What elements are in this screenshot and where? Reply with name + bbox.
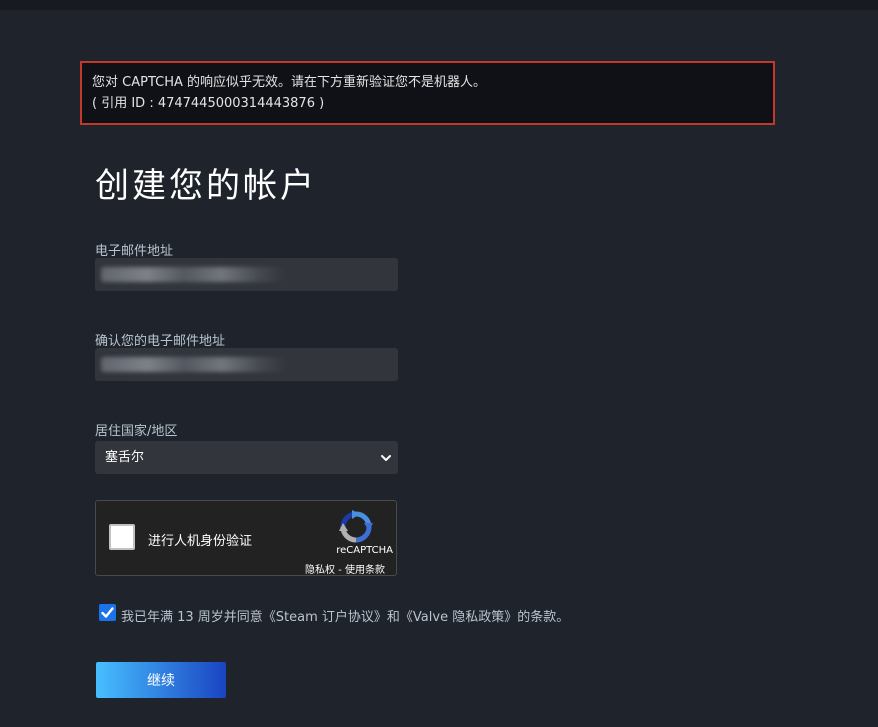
- confirm-email-label: 确认您的电子邮件地址: [95, 334, 226, 349]
- recaptcha-widget: 进行人机身份验证 reCAPTCHA 隐私权 - 使用条款: [95, 500, 397, 576]
- redacted-confirm-email-value: [101, 357, 287, 372]
- error-text: 您对 CAPTCHA 的响应似乎无效。请在下方重新验证您不是机器人。: [92, 75, 486, 90]
- recaptcha-brand: reCAPTCHA: [336, 545, 393, 556]
- country-selected-value: 塞舌尔: [105, 450, 145, 465]
- chevron-down-icon: [381, 455, 391, 461]
- privacy-link[interactable]: 隐私权: [305, 565, 335, 576]
- recaptcha-links: 隐私权 - 使用条款: [305, 561, 385, 576]
- country-label: 居住国家/地区: [95, 424, 178, 439]
- error-reference-id: ( 引用 ID : 4747445000314443876 ): [92, 96, 325, 111]
- link-separator: -: [335, 565, 345, 576]
- redacted-email-value: [101, 267, 286, 282]
- continue-button[interactable]: 继续: [96, 662, 226, 698]
- agreement-text: 我已年满 13 周岁并同意《Steam 订户协议》和《Valve 隐私政策》的条…: [121, 610, 570, 625]
- page-title: 创建您的帐户: [95, 166, 317, 206]
- agreement-checkbox[interactable]: [99, 604, 116, 621]
- email-field[interactable]: [95, 258, 398, 291]
- confirm-email-field[interactable]: [95, 348, 398, 381]
- captcha-error-message: 您对 CAPTCHA 的响应似乎无效。请在下方重新验证您不是机器人。 ( 引用 …: [80, 61, 775, 125]
- recaptcha-checkbox[interactable]: [109, 524, 135, 550]
- check-icon: [101, 607, 114, 618]
- terms-link[interactable]: 使用条款: [345, 565, 385, 576]
- email-label: 电子邮件地址: [95, 244, 174, 259]
- country-select[interactable]: 塞舌尔: [95, 441, 398, 474]
- create-account-page: 您对 CAPTCHA 的响应似乎无效。请在下方重新验证您不是机器人。 ( 引用 …: [0, 0, 878, 727]
- recaptcha-label: 进行人机身份验证: [148, 534, 253, 549]
- recaptcha-logo-icon: [339, 510, 373, 543]
